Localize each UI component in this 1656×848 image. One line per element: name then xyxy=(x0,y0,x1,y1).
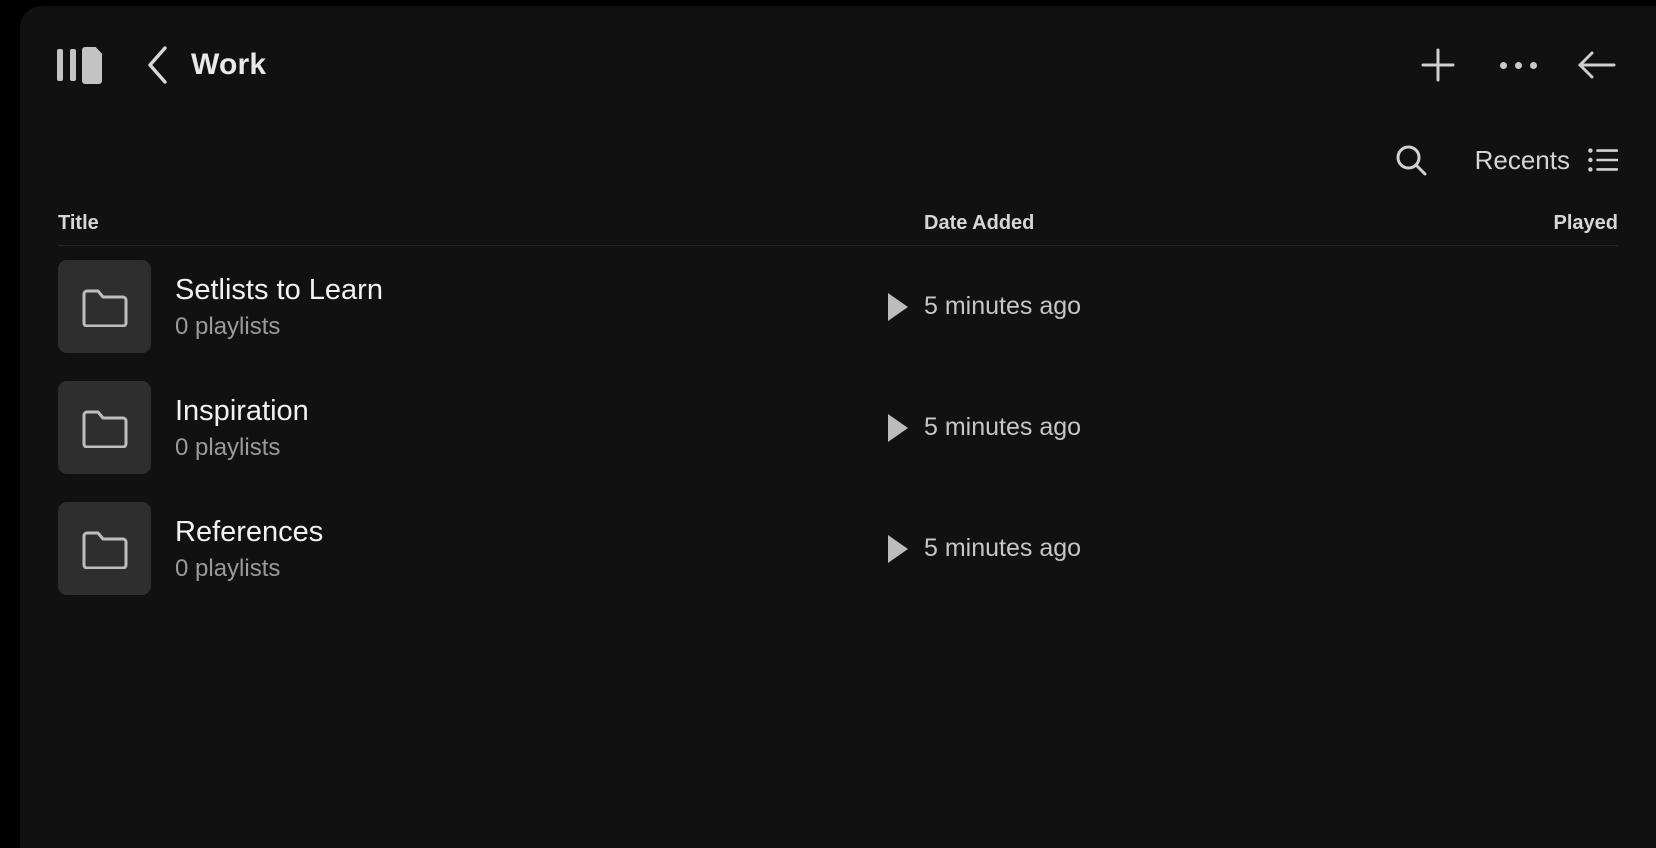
title-bar-left: Work xyxy=(20,6,266,124)
row-title-cell: Inspiration 0 playlists xyxy=(58,381,924,474)
sort-order-control[interactable]: Recents xyxy=(1475,145,1618,176)
play-indicator-icon[interactable] xyxy=(888,534,908,563)
arrow-left-icon[interactable] xyxy=(1568,37,1624,93)
row-title-cell: Setlists to Learn 0 playlists xyxy=(58,260,924,353)
row-title-cell: References 0 playlists xyxy=(58,502,924,595)
logo-bar-2 xyxy=(70,49,76,81)
row-title: References xyxy=(175,515,324,548)
logo-bar-1 xyxy=(57,49,63,81)
column-header-played[interactable]: Played xyxy=(1489,212,1618,235)
row-date-added: 5 minutes ago xyxy=(924,413,1082,441)
list-toolbar: Recents xyxy=(20,124,1656,196)
row-text-group: Inspiration 0 playlists xyxy=(175,394,309,462)
row-date-added: 5 minutes ago xyxy=(924,292,1082,320)
folder-icon xyxy=(58,502,151,595)
row-text-group: Setlists to Learn 0 playlists xyxy=(175,273,383,341)
search-icon[interactable] xyxy=(1387,136,1435,184)
plus-icon[interactable] xyxy=(1410,37,1466,93)
page-title: Work xyxy=(191,48,267,81)
column-header-title[interactable]: Title xyxy=(58,212,924,235)
table-header-row: Title Date Added Played xyxy=(58,196,1618,246)
row-subtitle: 0 playlists xyxy=(175,312,281,340)
table-row[interactable]: Inspiration 0 playlists 5 minutes ago xyxy=(58,367,1618,488)
folder-icon xyxy=(58,381,151,474)
row-subtitle: 0 playlists xyxy=(175,433,281,461)
title-bar-right xyxy=(1410,6,1656,124)
row-date-added: 5 minutes ago xyxy=(924,534,1082,562)
app-logo-icon xyxy=(57,43,103,87)
logo-page-shape xyxy=(82,47,102,84)
row-subtitle: 0 playlists xyxy=(175,554,281,582)
sort-order-label: Recents xyxy=(1474,144,1570,175)
content-table: Title Date Added Played Setlists to Lear… xyxy=(20,196,1656,609)
row-text-group: References 0 playlists xyxy=(175,515,323,583)
play-indicator-icon[interactable] xyxy=(888,292,908,321)
title-bar: Work xyxy=(20,6,1656,124)
table-row[interactable]: References 0 playlists 5 minutes ago xyxy=(58,488,1618,609)
app-window: Work Recents Title Date Added Played Set… xyxy=(20,6,1656,848)
row-title: Setlists to Learn xyxy=(175,273,383,306)
back-chevron-icon[interactable] xyxy=(129,36,187,94)
ellipsis-icon[interactable] xyxy=(1490,37,1546,93)
list-view-icon[interactable] xyxy=(1588,147,1618,173)
play-indicator-icon[interactable] xyxy=(888,413,908,442)
folder-icon xyxy=(58,260,151,353)
row-title: Inspiration xyxy=(175,394,309,427)
table-row[interactable]: Setlists to Learn 0 playlists 5 minutes … xyxy=(58,246,1618,367)
column-header-date[interactable]: Date Added xyxy=(924,212,1489,235)
